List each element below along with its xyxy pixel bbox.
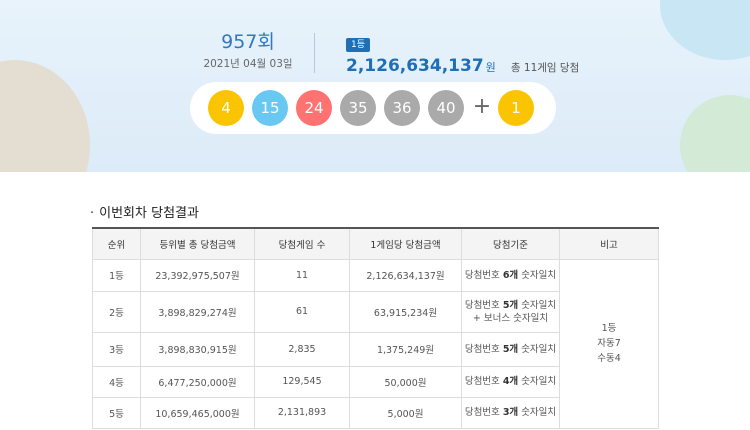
criteria-count: 5개: [502, 299, 519, 311]
decorative-blob: [0, 60, 90, 172]
column-header: 당첨게임 수: [254, 227, 350, 260]
bullet-icon: ·: [90, 206, 95, 221]
criteria-text: 당첨번호: [464, 343, 503, 355]
criteria-text: 당첨번호: [464, 407, 503, 418]
round-number: 957회: [200, 30, 296, 54]
per-game-amount-cell: 5,000원: [349, 396, 462, 429]
games-count-cell: 2,131,893: [254, 396, 350, 429]
column-header: 등위별 총 당첨금액: [140, 227, 255, 260]
total-amount-cell: 6,477,250,000원: [140, 365, 255, 398]
total-amount-cell: 23,392,975,507원: [140, 258, 255, 292]
total-amount-cell: 3,898,829,274원: [140, 290, 255, 333]
criteria-cell: 당첨번호 5개 숫자일치 + 보너스 숫자일치: [461, 290, 560, 333]
games-count-cell: 61: [254, 290, 350, 333]
number-ball: 15: [252, 90, 288, 126]
note-line: 자동7: [597, 338, 621, 349]
bonus-number-ball: 1: [498, 90, 534, 126]
total-amount-cell: 10,659,465,000원: [140, 396, 255, 429]
winners-count: 총 11게임 당첨: [510, 62, 580, 74]
note-line: 수동4: [597, 353, 621, 364]
divider: [314, 33, 315, 73]
criteria-text: 숫자일치: [518, 269, 557, 281]
games-count-cell: 2,835: [254, 331, 350, 367]
criteria-text: 숫자일치: [518, 299, 557, 311]
number-ball: 24: [296, 90, 332, 126]
decorative-blob: [660, 0, 750, 60]
first-prize-info: 1등 2,126,634,137 원 총 11게임 당첨: [346, 32, 579, 76]
section-title-text: 이번회차 당첨결과: [99, 206, 199, 221]
per-game-amount-cell: 63,915,234원: [349, 290, 462, 333]
round-suffix: 회: [257, 31, 275, 53]
criteria-cell: 당첨번호 4개 숫자일치: [461, 365, 560, 398]
prize-results-table: 순위 등위별 총 당첨금액 당첨게임 수 1게임당 당첨금액 당첨기준 비고 1…: [92, 227, 659, 429]
draw-date: 2021년 04월 03일: [203, 58, 293, 70]
criteria-text: 당첨번호: [464, 269, 503, 281]
games-count-cell: 129,545: [254, 365, 350, 398]
per-game-amount-cell: 2,126,634,137원: [349, 258, 462, 292]
section-title: · 이번회차 당첨결과: [90, 202, 199, 221]
criteria-cell: 당첨번호 3개 숫자일치: [461, 396, 560, 429]
criteria-count: 5개: [502, 343, 519, 355]
criteria-text: 숫자일치: [518, 376, 557, 387]
rank-cell: 1등: [92, 258, 141, 292]
number-ball: 40: [428, 90, 464, 126]
note-line: 1등: [601, 323, 617, 334]
first-prize-amount: 2,126,634,137: [346, 56, 484, 76]
decorative-blob: [680, 95, 750, 172]
criteria-text: 숫자일치: [518, 343, 557, 355]
note-cell: 1등 자동7 수동4: [559, 258, 659, 429]
rank-cell: 5등: [92, 396, 141, 429]
criteria-bonus-text: + 보너스 숫자일치: [472, 312, 549, 324]
rank-cell: 2등: [92, 290, 141, 333]
criteria-text: 숫자일치: [518, 407, 557, 418]
column-header: 순위: [92, 227, 141, 260]
criteria-count: 3개: [502, 407, 519, 418]
total-amount-cell: 3,898,830,915원: [140, 331, 255, 367]
winning-numbers-panel: 4 15 24 35 36 40 + 1: [190, 82, 556, 134]
table-header-row: 순위 등위별 총 당첨금액 당첨게임 수 1게임당 당첨금액 당첨기준 비고: [92, 227, 659, 260]
number-ball: 4: [208, 90, 244, 126]
criteria-text: 당첨번호: [464, 376, 503, 387]
column-header: 비고: [559, 227, 659, 260]
criteria-cell: 당첨번호 5개 숫자일치: [461, 331, 560, 367]
criteria-count: 6개: [502, 269, 519, 281]
round-info: 957회 2021년 04월 03일: [200, 30, 296, 71]
column-header: 당첨기준: [461, 227, 560, 260]
column-header: 1게임당 당첨금액: [349, 227, 462, 260]
plus-icon: +: [472, 94, 492, 119]
per-game-amount-cell: 50,000원: [349, 365, 462, 398]
round-number-value: 957: [221, 31, 258, 53]
number-ball: 35: [340, 90, 376, 126]
draw-result-banner: 957회 2021년 04월 03일 1등 2,126,634,137 원 총 1…: [0, 0, 750, 172]
criteria-count: 4개: [502, 376, 519, 387]
criteria-cell: 당첨번호 6개 숫자일치: [461, 258, 560, 292]
number-ball: 36: [384, 90, 420, 126]
currency-unit: 원: [485, 61, 496, 74]
table-row: 1등 23,392,975,507원 11 2,126,634,137원 당첨번…: [92, 258, 659, 429]
games-count-cell: 11: [254, 258, 350, 292]
per-game-amount-cell: 1,375,249원: [349, 331, 462, 367]
rank-badge: 1등: [346, 38, 371, 52]
rank-cell: 4등: [92, 365, 141, 398]
criteria-text: 당첨번호: [464, 299, 503, 311]
rank-cell: 3등: [92, 331, 141, 367]
